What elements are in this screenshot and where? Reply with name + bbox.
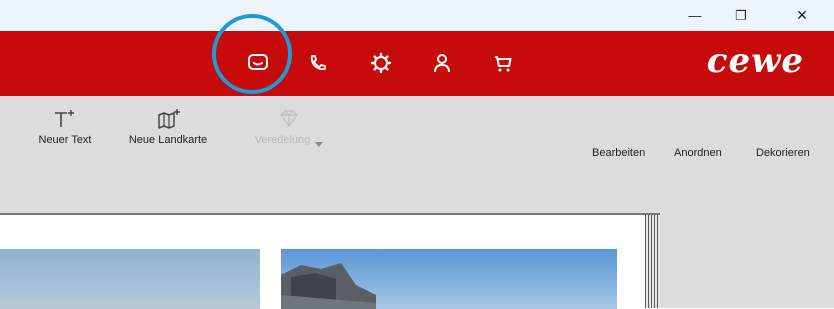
cart-icon	[495, 56, 512, 72]
window-titlebar: — ❐ ✕	[0, 0, 834, 31]
editor-workspace[interactable]	[0, 213, 834, 309]
chat-button[interactable]	[241, 46, 275, 80]
page-top-border	[0, 213, 660, 215]
map-add-icon	[158, 109, 180, 129]
menu-arrange[interactable]: Anordnen	[674, 147, 722, 159]
menu-decorate[interactable]: Dekorieren	[756, 147, 810, 159]
text-add-icon	[55, 110, 74, 127]
chat-icon	[248, 54, 268, 70]
minimize-icon: —	[688, 8, 702, 23]
new-text-label: Neuer Text	[38, 134, 92, 146]
close-icon: ✕	[796, 7, 808, 23]
finishing-label: Veredelung	[244, 134, 334, 147]
finishing-button[interactable]: Veredelung	[244, 104, 334, 147]
restore-icon: ❐	[735, 7, 747, 23]
minimize-button[interactable]: —	[672, 0, 718, 31]
building-image	[281, 263, 376, 309]
account-button[interactable]	[425, 46, 459, 80]
close-button[interactable]: ✕	[779, 0, 825, 31]
new-map-button[interactable]: Neue Landkarte	[118, 104, 218, 146]
menu-edit[interactable]: Bearbeiten	[592, 147, 645, 159]
photo-left[interactable]	[0, 249, 260, 309]
restore-button[interactable]: ❐	[718, 0, 764, 31]
app-header: cewe	[0, 31, 834, 96]
photo-right[interactable]	[281, 249, 617, 309]
user-icon	[434, 54, 450, 73]
new-text-button[interactable]: Neuer Text	[30, 104, 100, 146]
cewe-logo: cewe	[706, 41, 804, 81]
settings-button[interactable]	[364, 46, 398, 80]
dropdown-arrow-icon	[315, 141, 324, 147]
diamond-icon	[280, 110, 298, 127]
ribbon-toolbar: Neuer Text Neue Landkarte Veredelung Bea…	[0, 96, 834, 213]
new-map-label: Neue Landkarte	[128, 134, 208, 146]
settings-icon	[370, 52, 392, 74]
right-side-panel	[660, 213, 834, 308]
page-stack-edge	[645, 215, 660, 308]
phone-button[interactable]	[301, 46, 335, 80]
phone-icon	[310, 55, 326, 71]
cart-button[interactable]	[486, 46, 520, 80]
